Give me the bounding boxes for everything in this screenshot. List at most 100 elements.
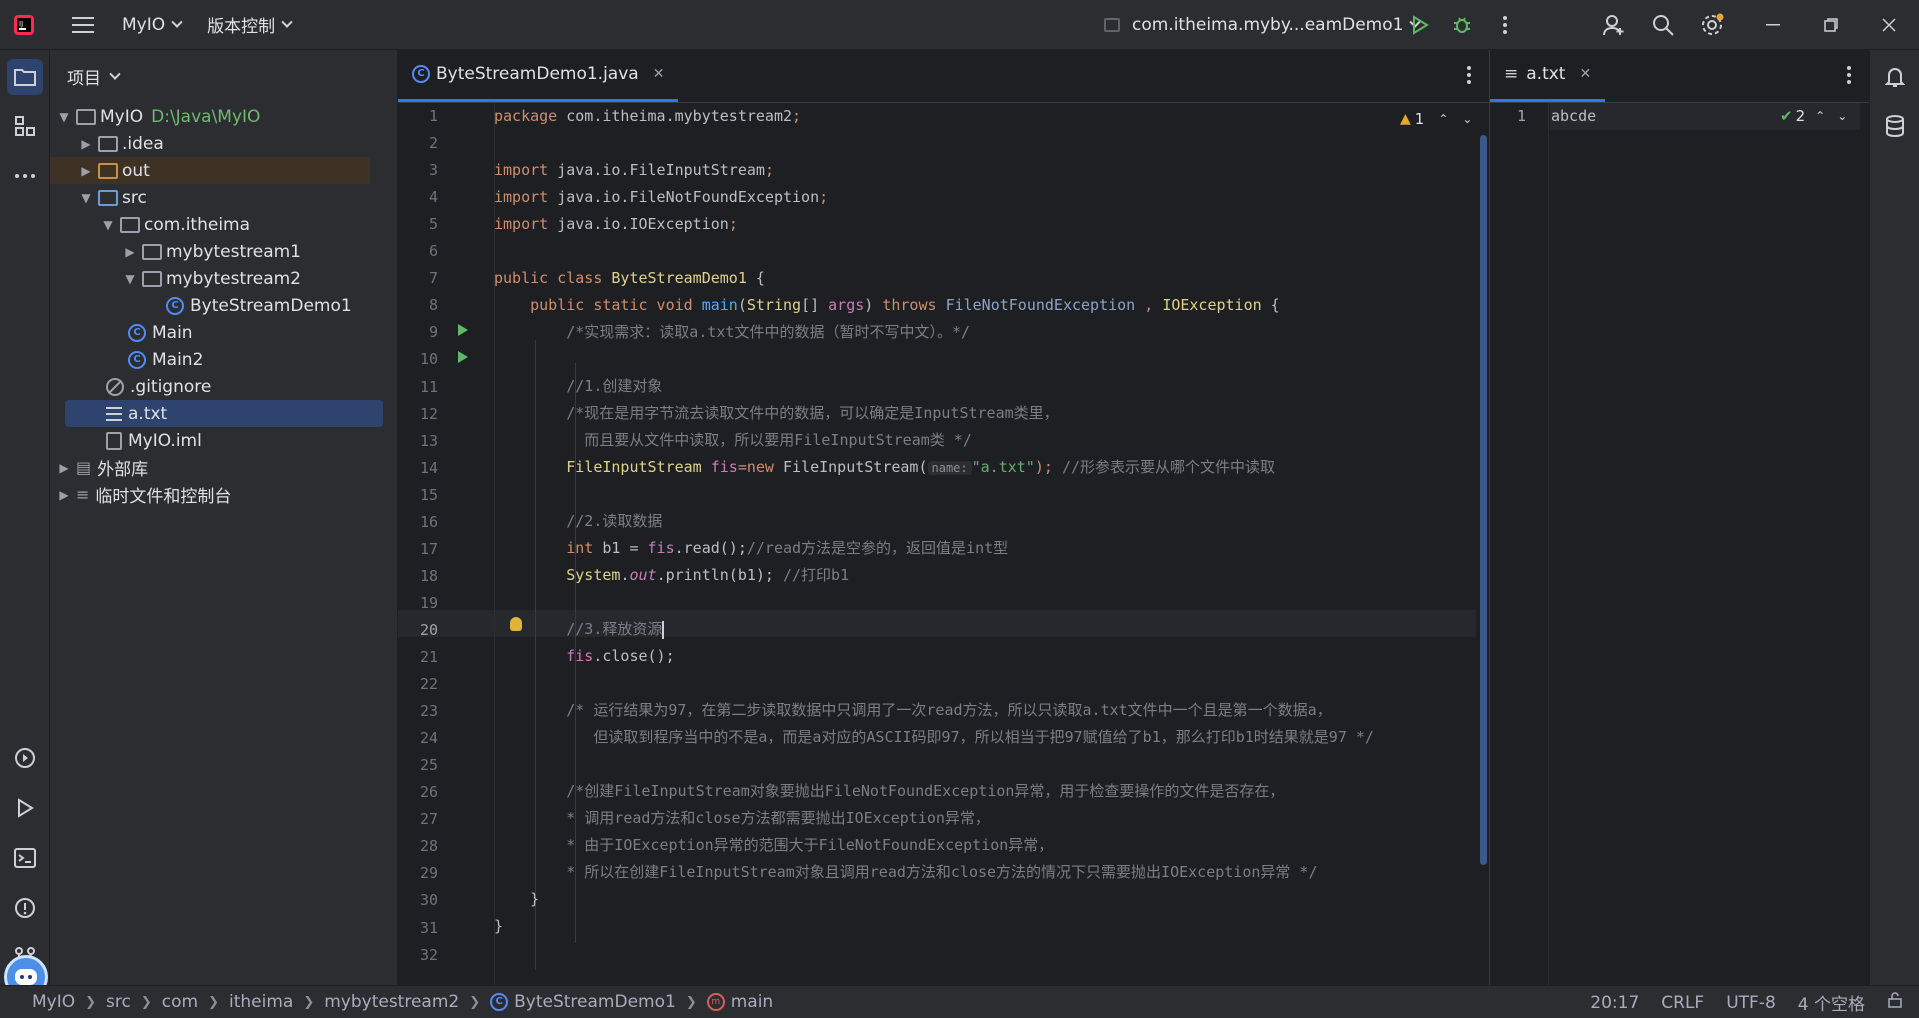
tree-item-com-itheima[interactable]: ▼ com.itheima [100, 211, 250, 238]
notifications-icon[interactable] [1877, 59, 1913, 95]
add-user-icon[interactable] [1589, 0, 1639, 50]
punct: ); [1034, 458, 1062, 476]
problems-tool-icon[interactable] [7, 890, 43, 926]
tree-item-label: 外部库 [97, 460, 149, 480]
tree-item-main[interactable]: C Main [124, 319, 193, 346]
code-line-17: int b1 = fis.read();//read方法是空参的，返回值是int… [494, 535, 1008, 562]
var-name: fis [701, 458, 738, 476]
iml-file-icon [106, 431, 122, 450]
tree-item-gitignore[interactable]: .gitignore [102, 373, 211, 400]
editor2-more-icon[interactable] [1847, 66, 1851, 89]
tree-item-main2[interactable]: C Main2 [124, 346, 203, 373]
tree-item-label: Main [152, 322, 193, 343]
more-actions-icon[interactable] [1480, 0, 1530, 50]
services-tool-icon[interactable] [7, 740, 43, 776]
run-config-selector[interactable]: com.itheima.myby...eamDemo1 [1094, 7, 1429, 43]
more-tools-icon[interactable] [7, 158, 43, 194]
settings-gear-icon[interactable] [1687, 0, 1737, 50]
project-panel-title: 项目 [67, 69, 101, 89]
collapsed-arrow-icon[interactable]: ▶ [122, 245, 138, 259]
lock-icon[interactable] [1887, 992, 1903, 1013]
tree-item-a-txt[interactable]: a.txt [65, 400, 383, 427]
code-area[interactable]: package com.itheima.mybytestream2; impor… [494, 103, 1490, 985]
breadcrumb-itheima[interactable]: itheima [229, 992, 293, 1012]
next-issue-icon[interactable]: ⌄ [1837, 109, 1847, 123]
app-logo-icon[interactable]: IJ [0, 0, 48, 50]
tree-item-label: mybytestream2 [166, 268, 301, 289]
line-number: 28 [419, 837, 438, 856]
expanded-arrow-icon[interactable]: ▼ [56, 110, 72, 124]
breadcrumb: MyIO ❯ src ❯ com ❯ itheima ❯ mybytestrea… [32, 992, 773, 1012]
folder-icon [98, 135, 118, 152]
structure-tool-icon[interactable] [7, 108, 43, 144]
minimize-icon[interactable] [1748, 0, 1798, 50]
breadcrumb-method[interactable]: m main [706, 992, 773, 1012]
punct: { [746, 269, 765, 287]
tree-item-bytestreamdemo1[interactable]: C ByteStreamDemo1 [162, 292, 352, 319]
collapsed-arrow-icon[interactable]: ▶ [56, 488, 72, 502]
line-separator[interactable]: CRLF [1661, 993, 1704, 1013]
prev-issue-icon[interactable]: ⌃ [1815, 109, 1825, 123]
tree-item-external-libraries[interactable]: ▶ ▤ 外部库 [56, 454, 148, 481]
static-field: out [629, 566, 657, 584]
breadcrumb-src[interactable]: src [106, 992, 131, 1012]
tree-item-src[interactable]: ▼ src [78, 184, 146, 211]
editor-more-icon[interactable] [1467, 66, 1471, 89]
breadcrumb-label: itheima [228, 992, 294, 1012]
line-number: 21 [419, 648, 438, 666]
package-name: com.itheima.mybytestream2 [566, 107, 793, 125]
main-menu-icon[interactable] [58, 0, 108, 50]
project-tool-icon[interactable] [7, 59, 43, 95]
comment: //打印b1 [783, 566, 850, 584]
breadcrumb-label: mybytestream2 [324, 992, 460, 1012]
line-number: 4 [428, 188, 438, 207]
module-folder-icon [76, 108, 96, 125]
tree-item-myio[interactable]: ▼ MyIO D:\Java\MyIO [56, 103, 260, 130]
run-class-icon[interactable] [458, 324, 468, 336]
breadcrumb-class[interactable]: C ByteStreamDemo1 [490, 992, 676, 1012]
tree-item-mybytestream1[interactable]: ▶ mybytestream1 [122, 238, 301, 265]
terminal-tool-icon[interactable] [7, 840, 43, 876]
expanded-arrow-icon[interactable]: ▼ [122, 272, 138, 286]
tree-item-out[interactable]: ▶ out [50, 157, 370, 184]
tab-bytestreamdemo1[interactable]: C ByteStreamDemo1.java ✕ [398, 49, 679, 102]
run-tool-icon[interactable] [7, 790, 43, 826]
breadcrumb-com[interactable]: com [162, 992, 198, 1012]
type-name: System [566, 566, 621, 584]
close-window-icon[interactable] [1864, 0, 1914, 50]
expanded-arrow-icon[interactable]: ▼ [78, 191, 94, 205]
line-number: 14 [419, 458, 438, 477]
status-widgets: 20:17 CRLF UTF-8 4 个空格 [1590, 986, 1919, 1018]
tree-item-myio-iml[interactable]: MyIO.iml [102, 427, 202, 454]
tree-item-scratches[interactable]: ▶ ≡ 临时文件和控制台 [56, 481, 231, 508]
vcs-menu[interactable]: 版本控制 [197, 7, 301, 43]
database-icon[interactable] [1877, 108, 1913, 144]
project-panel-header[interactable]: 项目 [50, 50, 397, 103]
caret-position[interactable]: 20:17 [1590, 993, 1639, 1013]
tree-item-label: com.itheima [144, 214, 251, 235]
expanded-arrow-icon[interactable]: ▼ [100, 218, 116, 232]
run-main-icon[interactable] [458, 351, 468, 363]
code-line-28: * 由于IOException异常的范围大于FileNotFoundExcept… [494, 836, 1054, 854]
close-tab-icon[interactable]: ✕ [1579, 66, 1591, 82]
breadcrumb-project[interactable]: MyIO [32, 992, 75, 1012]
breadcrumb-package[interactable]: mybytestream2 [324, 992, 459, 1012]
tree-item-label: .idea [122, 133, 164, 154]
file-content[interactable]: abcde [1551, 107, 1596, 125]
line-number: 25 [419, 756, 438, 775]
var-name: fis [647, 539, 675, 557]
title-bar: IJ MyIO 版本控制 com.itheima.myby...eamDemo1 [0, 0, 1919, 50]
tree-item-idea[interactable]: ▶ .idea [78, 130, 164, 157]
restore-icon[interactable] [1806, 0, 1856, 50]
project-selector[interactable]: MyIO [112, 7, 191, 43]
search-icon[interactable] [1638, 0, 1688, 50]
tree-item-mybytestream2[interactable]: ▼ mybytestream2 [122, 265, 301, 292]
inspection-widget[interactable]: ✔ 2 ⌃ ⌄ [1780, 107, 1847, 125]
close-tab-icon[interactable]: ✕ [653, 66, 665, 82]
collapsed-arrow-icon[interactable]: ▶ [56, 461, 72, 475]
collapsed-arrow-icon[interactable]: ▶ [78, 164, 94, 178]
tab-a-txt[interactable]: ≡ a.txt ✕ [1490, 49, 1606, 102]
indent-setting[interactable]: 4 个空格 [1798, 990, 1865, 1015]
collapsed-arrow-icon[interactable]: ▶ [78, 137, 94, 151]
file-encoding[interactable]: UTF-8 [1726, 993, 1776, 1013]
